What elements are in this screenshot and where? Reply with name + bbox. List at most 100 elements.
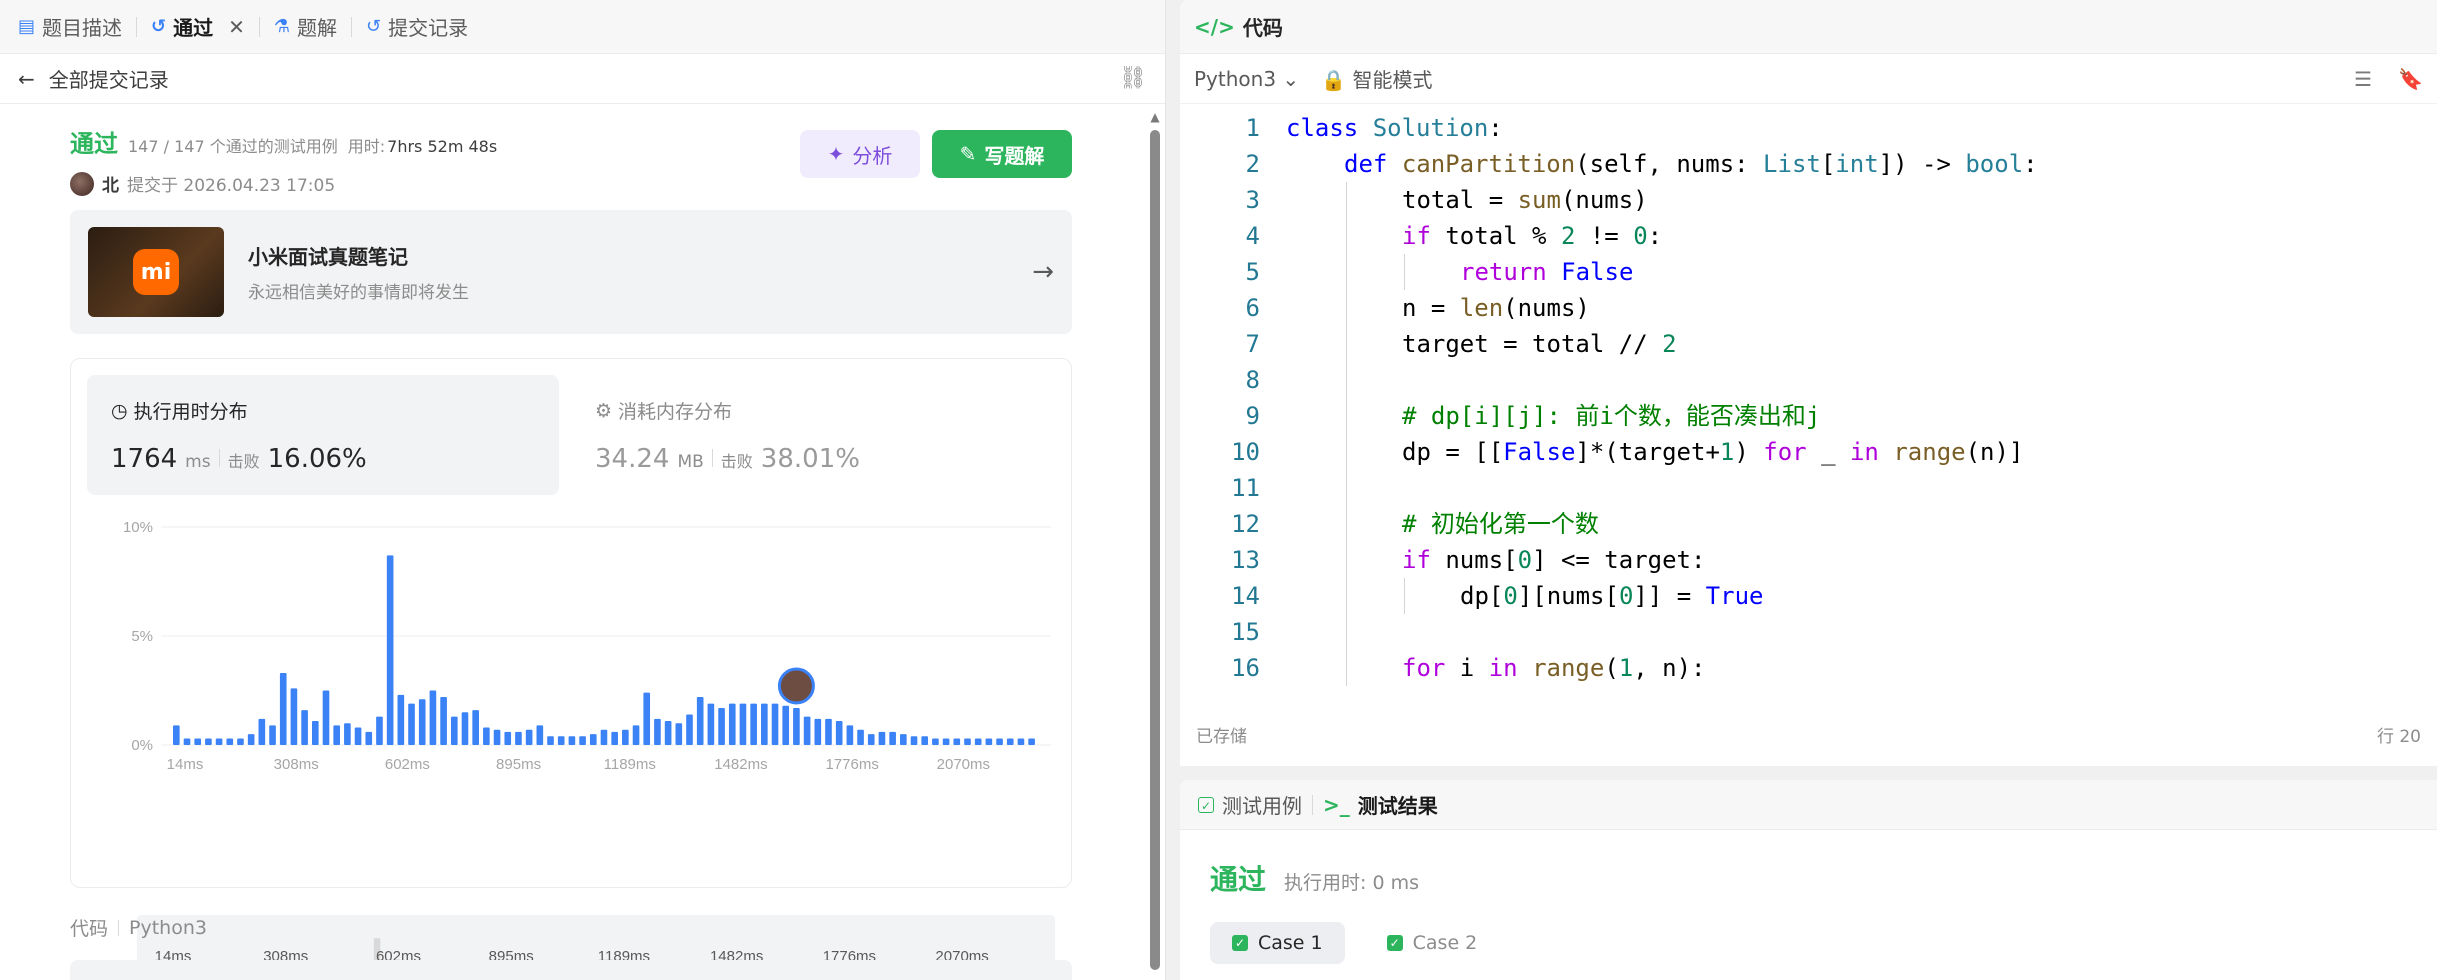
format-icon[interactable]: ☰ [2354,67,2372,91]
chart-bar [258,718,266,745]
chart-bar [664,721,672,745]
case-tabs: ✓ Case 1 ✓ Case 2 [1210,922,1499,964]
chart-bar [333,725,340,745]
chart-bar [707,703,715,745]
chart-bar [793,707,800,745]
x-tick-label: 2070ms [937,756,990,773]
chart-bar [301,710,308,745]
code-line: 12 # 初始化第一个数 [1180,506,2437,542]
tab-submissions[interactable]: ↺ 提交记录 [366,0,482,53]
tab-testcases[interactable]: ✓ 测试用例 [1198,790,1302,819]
line-number: 7 [1245,330,1260,358]
x-tick-label: 602ms [385,756,430,773]
lock-icon: 🔒 [1321,68,1347,92]
line-content: if total % 2 != 0: [1402,222,1663,250]
avatar[interactable] [70,171,94,196]
close-icon[interactable]: ✕ [228,15,245,39]
check-icon: ✓ [1232,935,1248,951]
chart-bar [418,699,426,745]
x-tick-label: 1189ms [604,756,656,773]
chart-bar [344,723,351,745]
tab-description[interactable]: ▤ 题目描述 [18,0,136,53]
smart-mode-toggle[interactable]: 🔒 智能模式 [1321,64,1432,93]
indent-guide [1346,434,1347,470]
line-number: 3 [1245,186,1260,214]
document-icon: ▤ [18,16,36,37]
case-tab-1[interactable]: ✓ Case 1 [1210,922,1345,964]
chart-bar [878,731,886,745]
chart-bar [600,729,608,745]
promo-image: mi [88,227,224,317]
code-line: 5 return False [1180,254,2437,290]
language-select[interactable]: Python3 ⌄ [1194,67,1299,91]
history-icon: ↺ [151,16,167,37]
runtime-distribution-tab[interactable]: ◷ 执行用时分布 1764 ms 击败 16.06% [87,375,559,495]
chart-bar [525,729,533,745]
submission-panel: ▤ 题目描述 ↺ 通过 ✕ ⚗ 题解 ↺ 提交记录 ← 全部提交记录 ⛓ 通过 … [0,0,1166,980]
write-label: 写题解 [984,143,1045,168]
chart-bar [857,729,864,745]
link-icon[interactable]: ⛓ [1119,66,1147,91]
chart-bar [803,716,811,745]
indent-guide [1346,542,1347,578]
y-tick-label: 5% [131,628,153,645]
promo-banner[interactable]: mi 小米面试真题笔记 永远相信美好的事情即将发生 → [70,210,1072,334]
history-icon: ↺ [366,16,382,37]
tab-label: 测试用例 [1222,794,1302,818]
write-solution-button[interactable]: ✎ 写题解 [932,130,1072,178]
code-area[interactable]: 1 class Solution: 2 def canPartition(self, … [1180,110,2437,696]
bookmark-icon[interactable]: 🔖 [2398,67,2423,91]
analyze-button[interactable]: ✦ 分析 [800,130,920,178]
chart-bar [397,694,405,745]
analyze-label: 分析 [852,143,893,168]
editor-toolbar-right: ☰ 🔖 [2354,67,2423,91]
runtime-distribution-chart[interactable]: 10% 5% 0% 14ms 308ms 602ms 895ms 1189ms 1482ms 17… [91,509,1061,779]
divider [136,16,138,37]
chart-bar [942,738,950,745]
runtime-value: 1764 [111,444,178,474]
terminal-icon: >_ [1323,792,1350,817]
line-content: total = sum(nums) [1402,186,1648,214]
saved-status: 已存储 [1196,727,1247,747]
chart-bar [825,718,832,745]
indent-guide [1346,290,1347,326]
divider [118,919,120,936]
scroll-up-icon[interactable]: ▲ [1148,110,1162,124]
sparkle-icon: ✦ [827,142,845,166]
chart-bar [376,716,383,745]
tab-solutions[interactable]: ⚗ 题解 [274,0,351,53]
result-status-row: 通过 执行用时: 0 ms [1210,858,1419,898]
chart-bar [311,721,319,745]
runtime-value-row: 1764 ms 击败 16.06% [111,444,535,474]
chart-bar [429,690,437,745]
back-to-all-submissions[interactable]: ← 全部提交记录 [18,64,169,93]
chart-bar [622,729,629,745]
code-line: 11 [1180,470,2437,506]
chart-bar [761,703,768,745]
panel-resize-handle[interactable] [1166,0,1180,980]
memory-title-row: ⚙ 消耗内存分布 [595,397,1019,424]
flask-icon: ⚗ [273,16,291,37]
y-tick-label: 0% [131,737,153,754]
scrollbar-thumb[interactable] [1150,130,1160,970]
promo-subtitle: 永远相信美好的事情即将发生 [248,283,469,303]
case-tab-2[interactable]: ✓ Case 2 [1365,922,1500,964]
memory-distribution-tab[interactable]: ⚙ 消耗内存分布 34.24 MB 击败 38.01% [571,375,1043,495]
chart-bar [686,714,693,745]
line-content: dp[0][nums[0]] = True [1460,582,1764,610]
indent-guide [1346,650,1347,686]
runtime-title-row: ◷ 执行用时分布 [111,397,535,424]
tab-test-results[interactable]: >_ 测试结果 [1323,790,1438,819]
line-content: # 初始化第一个数 [1402,510,1599,538]
chart-bar [1006,738,1014,745]
line-content: dp = [[False]*(target+1) for _ in range(… [1402,438,2024,466]
chart-bar [279,673,287,745]
line-number: 14 [1231,582,1260,610]
scrollbar[interactable]: ▲ [1148,104,1162,980]
chart-bar [194,738,202,745]
tab-accepted[interactable]: ↺ 通过 ✕ [151,0,259,53]
line-number: 15 [1231,618,1260,646]
edit-icon: ✎ [959,142,977,166]
status-row: 通过 147 / 147 个通过的测试用例 用时: 7hrs 52m 48s [70,124,1072,159]
user-name[interactable]: 北 [102,171,119,196]
